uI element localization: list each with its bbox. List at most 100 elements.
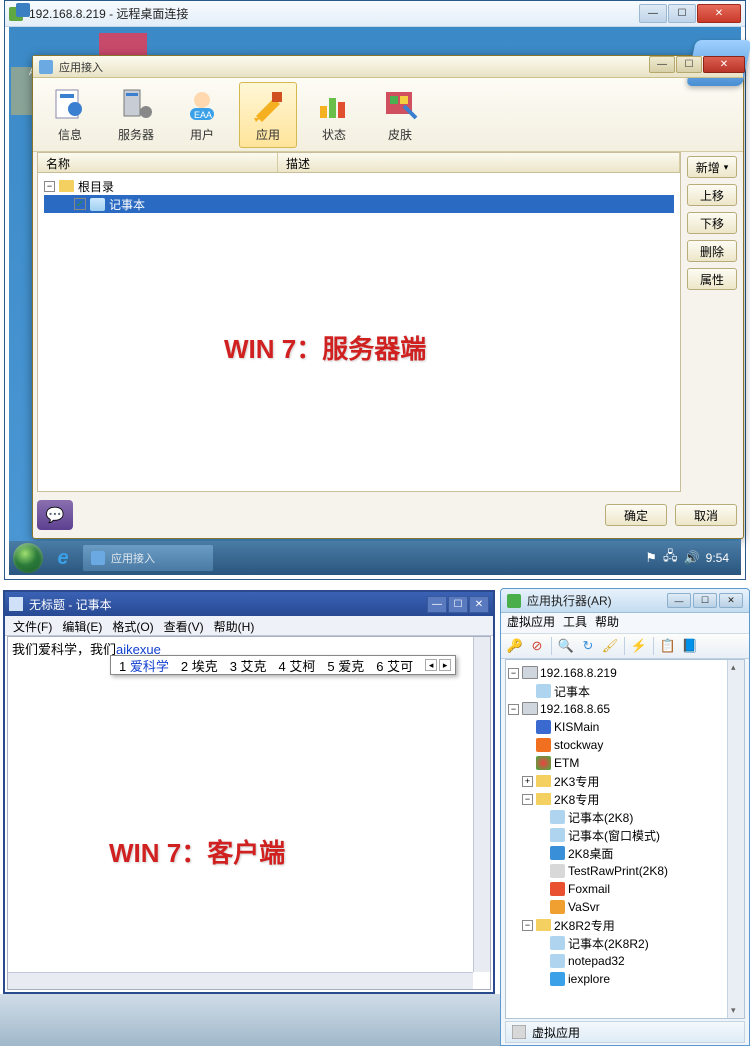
scrollbar-horizontal[interactable] [8, 972, 473, 989]
tray-network-icon[interactable]: 🖧 [663, 547, 678, 569]
rdp-titlebar[interactable]: 192.168.8.219 - 远程桌面连接 — ☐ ✕ [5, 1, 745, 27]
menu-view[interactable]: 查看(V) [160, 616, 208, 635]
minimize-button[interactable]: — [639, 4, 667, 23]
scrollbar-vertical[interactable] [473, 637, 490, 972]
np-close-button[interactable]: ✕ [469, 596, 489, 613]
app-row[interactable]: notepad32 [508, 952, 742, 970]
delete-button[interactable]: 删除 [687, 240, 737, 262]
np-minimize-button[interactable]: — [427, 596, 447, 613]
collapse-icon[interactable]: − [508, 668, 519, 679]
search-icon[interactable]: 🔍 [556, 636, 576, 656]
ar-titlebar[interactable]: 应用执行器(AR) — ☐ ✕ [501, 589, 749, 613]
ime-candidate[interactable]: 1 爱科学 [115, 656, 173, 675]
ime-prev-icon[interactable]: ◂ [425, 659, 437, 671]
book-icon[interactable]: 📘 [680, 636, 700, 656]
taskbar-item[interactable]: 应用接入 [83, 545, 213, 571]
app-row[interactable]: VaSvr [508, 898, 742, 916]
tray-flag-icon[interactable]: ⚑ [645, 550, 657, 566]
notepad-icon [536, 684, 551, 698]
collapse-icon[interactable]: − [44, 181, 55, 192]
ar-menu-virtual[interactable]: 虚拟应用 [507, 613, 555, 633]
ime-candidate-bar[interactable]: 1 爱科学 2 埃克 3 艾克 4 艾柯 5 爱克 6 艾可 ◂ ▸ [110, 655, 456, 675]
app-minimize-button[interactable]: — [649, 56, 675, 73]
copy-icon[interactable]: 📋 [658, 636, 678, 656]
folder-row[interactable]: +2K3专用 [508, 772, 742, 790]
app-row[interactable]: stockway [508, 736, 742, 754]
app-row[interactable]: 记事本(2K8R2) [508, 934, 742, 952]
move-up-button[interactable]: 上移 [687, 184, 737, 206]
expand-icon[interactable]: + [522, 776, 533, 787]
clock[interactable]: 9:54 [706, 551, 729, 565]
np-maximize-button[interactable]: ☐ [448, 596, 468, 613]
ime-candidate[interactable]: 4 艾柯 [275, 656, 320, 675]
tree-root-label: 根目录 [78, 178, 114, 195]
tree-item-notepad[interactable]: ✓ 记事本 [44, 195, 674, 213]
tree-root-row[interactable]: − 根目录 [44, 177, 674, 195]
toolbar-skin[interactable]: 皮肤 [371, 82, 429, 148]
toolbar-server[interactable]: 服务器 [107, 82, 165, 148]
notepad-titlebar[interactable]: 无标题 - 记事本 — ☐ ✕ [5, 592, 493, 616]
menu-file[interactable]: 文件(F) [9, 616, 56, 635]
ar-maximize-button[interactable]: ☐ [693, 593, 717, 608]
ar-close-button[interactable]: ✕ [719, 593, 743, 608]
brush-icon[interactable]: 🖌 [600, 636, 620, 656]
column-desc[interactable]: 描述 [278, 153, 680, 172]
column-name[interactable]: 名称 [38, 153, 278, 172]
server-row[interactable]: −192.168.8.65 [508, 700, 742, 718]
toolbar-user[interactable]: EAA 用户 [173, 82, 231, 148]
server-row[interactable]: −192.168.8.219 [508, 664, 742, 682]
system-tray[interactable]: ⚑ 🖧 🔊 9:54 [645, 547, 737, 569]
bolt-icon[interactable]: ⚡ [629, 636, 649, 656]
menu-help[interactable]: 帮助(H) [210, 616, 259, 635]
app-row[interactable]: ETM [508, 754, 742, 772]
ar-minimize-button[interactable]: — [667, 593, 691, 608]
add-button[interactable]: 新增 [687, 156, 737, 178]
folder-row[interactable]: −2K8R2专用 [508, 916, 742, 934]
ime-candidate[interactable]: 6 艾可 [372, 656, 417, 675]
tray-volume-icon[interactable]: 🔊 [683, 550, 699, 566]
app-row[interactable]: iexplore [508, 970, 742, 988]
chat-button[interactable] [37, 500, 73, 530]
ime-candidate[interactable]: 2 埃克 [177, 656, 222, 675]
app-row[interactable]: KISMain [508, 718, 742, 736]
collapse-icon[interactable]: − [508, 704, 519, 715]
ar-menu-tools[interactable]: 工具 [563, 613, 587, 633]
app-row[interactable]: Foxmail [508, 880, 742, 898]
ime-candidate[interactable]: 5 爱克 [323, 656, 368, 675]
app-row[interactable]: 记事本(2K8) [508, 808, 742, 826]
menu-format[interactable]: 格式(O) [108, 616, 157, 635]
ok-button[interactable]: 确定 [605, 504, 667, 526]
app-row[interactable]: 2K8桌面 [508, 844, 742, 862]
key-icon[interactable]: 🔑 [505, 636, 525, 656]
toolbar-status[interactable]: 状态 [305, 82, 363, 148]
toolbar-info[interactable]: 信息 [41, 82, 99, 148]
app-close-button[interactable]: ✕ [703, 56, 745, 73]
collapse-icon[interactable]: − [522, 920, 533, 931]
toolbar-application[interactable]: 应用 [239, 82, 297, 148]
app-titlebar[interactable]: 应用接入 — ☐ ✕ [33, 56, 743, 78]
maximize-button[interactable]: ☐ [668, 4, 696, 23]
app-row[interactable]: 记事本(窗口模式) [508, 826, 742, 844]
refresh-icon[interactable]: ↻ [578, 636, 598, 656]
folder-row[interactable]: −2K8专用 [508, 790, 742, 808]
ar-menu-help[interactable]: 帮助 [595, 613, 619, 633]
foxmail-icon [550, 882, 565, 896]
ie-icon[interactable] [49, 544, 77, 572]
move-down-button[interactable]: 下移 [687, 212, 737, 234]
app-row[interactable]: TestRawPrint(2K8) [508, 862, 742, 880]
close-button[interactable]: ✕ [697, 4, 741, 23]
ime-candidate[interactable]: 3 艾克 [226, 656, 271, 675]
start-button[interactable] [13, 543, 43, 573]
app-row[interactable]: 记事本 [508, 682, 742, 700]
cancel-button[interactable]: 取消 [675, 504, 737, 526]
app-maximize-button[interactable]: ☐ [676, 56, 702, 73]
block-icon[interactable]: ⊘ [527, 636, 547, 656]
properties-button[interactable]: 属性 [687, 268, 737, 290]
notepad-textarea[interactable]: 我们爱科学，我们aikexue 1 爱科学 2 埃克 3 艾克 4 艾柯 5 爱… [7, 636, 491, 990]
ime-next-icon[interactable]: ▸ [439, 659, 451, 671]
client-watermark: WIN 7：客户端 [109, 833, 285, 870]
scrollbar-vertical[interactable] [727, 660, 744, 1018]
checkbox-icon[interactable]: ✓ [74, 198, 86, 210]
collapse-icon[interactable]: − [522, 794, 533, 805]
menu-edit[interactable]: 编辑(E) [58, 616, 106, 635]
